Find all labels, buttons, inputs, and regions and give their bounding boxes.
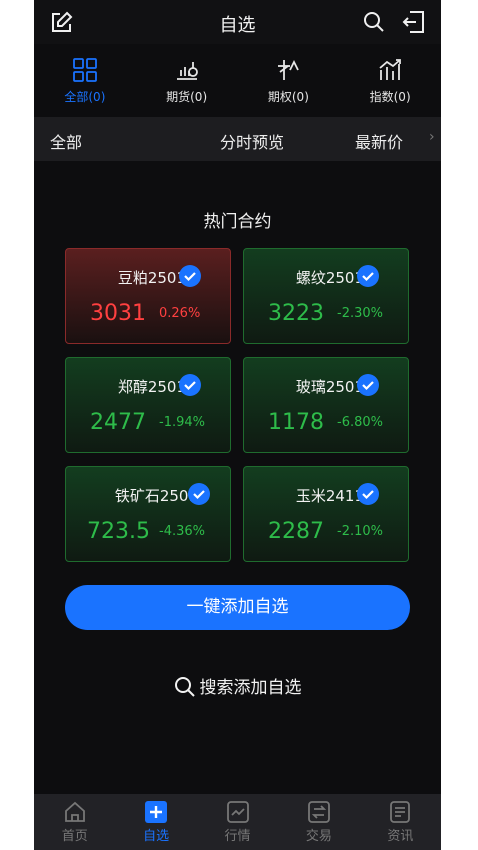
news-icon (390, 801, 411, 823)
tab-news[interactable]: 资讯 (360, 794, 441, 850)
category-tab-options[interactable]: 期权(0) (238, 48, 340, 114)
category-tab-index[interactable]: 指数(0) (339, 48, 441, 114)
check-icon[interactable] (188, 483, 210, 505)
trade-icon (308, 801, 330, 823)
app-screen: 自选 全部(0) 期货(0) 期权(0) 指数(0) 全部 分时预览 最新价 ›… (34, 0, 441, 850)
options-icon (278, 59, 300, 80)
contract-price: 3031 (90, 301, 146, 326)
contract-name: 螺纹2501 (295, 269, 364, 287)
index-icon (379, 59, 402, 80)
search-icon (174, 677, 195, 697)
tab-label: 首页 (61, 829, 88, 844)
list-header: 全部 分时预览 最新价 › (34, 117, 441, 161)
contract-name: 铁矿石2501 (114, 487, 198, 505)
check-icon[interactable] (357, 483, 379, 505)
contract-change: -2.10% (337, 524, 383, 539)
tab-trade[interactable]: 交易 (278, 794, 359, 850)
plus-square-icon (145, 801, 168, 823)
logout-icon[interactable] (401, 9, 427, 35)
contract-change: -1.94% (159, 415, 205, 430)
contract-price: 723.5 (87, 519, 150, 544)
contract-card[interactable]: 螺纹2501 3223 -2.30% (243, 248, 409, 344)
contract-name: 郑醇2501 (117, 378, 186, 396)
tab-label: 自选 (143, 829, 170, 844)
contract-name: 玉米2411 (295, 487, 364, 505)
category-label: 期货(0) (166, 90, 208, 104)
contract-card[interactable]: 铁矿石2501 723.5 -4.36% (65, 466, 231, 562)
column-latest-price[interactable]: 最新价 (355, 129, 403, 153)
contract-price: 1178 (268, 410, 324, 435)
check-icon[interactable] (357, 374, 379, 396)
futures-icon (176, 62, 198, 80)
contract-name: 豆粕2501 (117, 269, 186, 287)
category-tab-all[interactable]: 全部(0) (34, 48, 136, 114)
search-icon[interactable] (362, 10, 386, 34)
tab-market[interactable]: 行情 (197, 794, 278, 850)
category-tabs: 全部(0) 期货(0) 期权(0) 指数(0) (34, 48, 441, 114)
check-icon[interactable] (179, 374, 201, 396)
tab-watchlist[interactable]: 自选 (115, 794, 196, 850)
category-label: 全部(0) (64, 90, 106, 104)
search-add-label: 搜索添加自选 (199, 678, 302, 698)
column-intraday-preview: 分时预览 (220, 133, 285, 152)
contract-price: 2477 (90, 410, 146, 435)
bottom-tab-bar: 首页 自选 行情 交易 资讯 (34, 794, 441, 850)
top-bar: 自选 (34, 0, 441, 44)
contract-card[interactable]: 玉米2411 2287 -2.10% (243, 466, 409, 562)
contract-change: -6.80% (337, 415, 383, 430)
contract-change: -4.36% (159, 524, 205, 539)
category-tab-futures[interactable]: 期货(0) (136, 48, 238, 114)
search-add-link[interactable]: 搜索添加自选 (34, 673, 441, 698)
contract-card[interactable]: 豆粕2501 3031 0.26% (65, 248, 231, 344)
market-chart-icon (226, 801, 249, 823)
contract-change: 0.26% (159, 306, 201, 321)
contract-change: -2.30% (337, 306, 383, 321)
contract-name: 玻璃2501 (295, 378, 364, 396)
add-all-button[interactable]: 一键添加自选 (65, 585, 410, 630)
home-icon (64, 801, 85, 822)
category-label: 指数(0) (369, 90, 411, 104)
tab-label: 交易 (305, 829, 332, 844)
contract-price: 3223 (268, 301, 324, 326)
tab-label: 行情 (224, 829, 251, 844)
category-label: 期权(0) (267, 90, 309, 104)
grid-icon (72, 58, 97, 82)
hot-contracts-title: 热门合约 (203, 212, 272, 232)
contract-card[interactable]: 郑醇2501 2477 -1.94% (65, 357, 231, 453)
check-icon[interactable] (357, 265, 379, 287)
contract-price: 2287 (268, 519, 324, 544)
contract-card[interactable]: 玻璃2501 1178 -6.80% (243, 357, 409, 453)
tab-label: 资讯 (387, 829, 414, 844)
tab-home[interactable]: 首页 (34, 794, 115, 850)
chevron-right-icon[interactable]: › (429, 129, 435, 145)
check-icon[interactable] (179, 265, 201, 287)
filter-all[interactable]: 全部 (50, 129, 82, 153)
